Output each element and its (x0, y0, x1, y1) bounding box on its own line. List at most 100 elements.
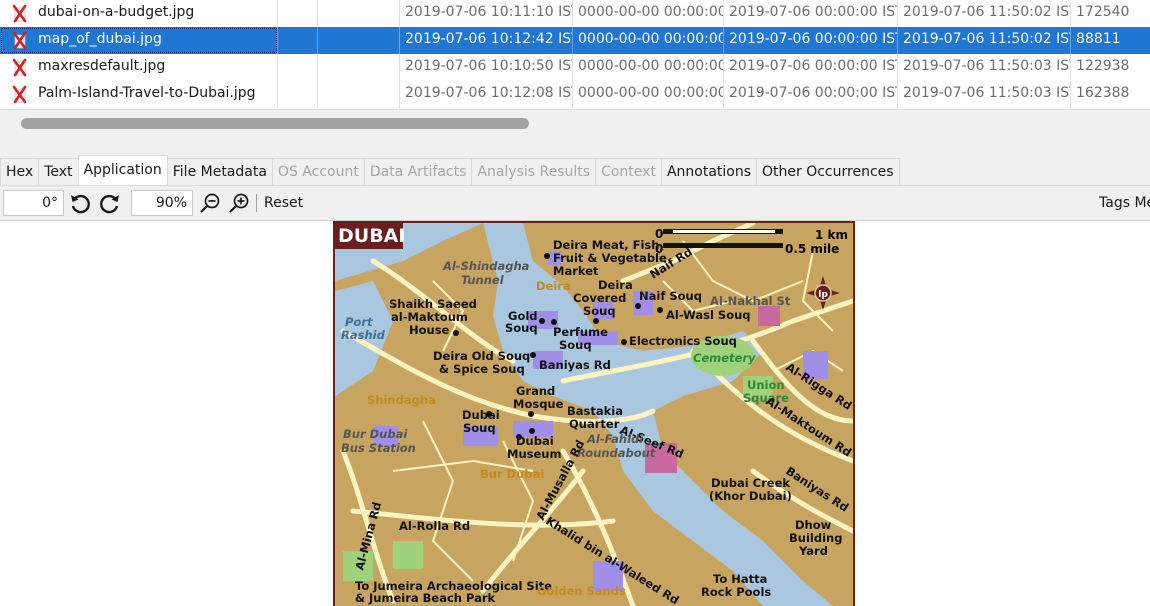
file-name-cell[interactable]: Palm-Island-Travel-to-Dubai.jpg (0, 81, 278, 108)
deleted-file-icon (12, 3, 34, 23)
deleted-file-icon (12, 84, 34, 104)
map-label: Roundabout (577, 446, 656, 460)
zoom-field[interactable]: 90% (131, 190, 193, 216)
table-row[interactable]: Palm-Island-Travel-to-Dubai.jpg 2019-07-0… (0, 81, 1150, 108)
tab-text[interactable]: Text (38, 158, 79, 185)
deleted-file-icon (12, 57, 34, 77)
file-table: dubai-on-a-budget.jpg 2019-07-06 10:11:10… (0, 0, 1150, 108)
scrollbar-thumb[interactable] (21, 118, 529, 129)
map-label: Souq (559, 338, 592, 352)
map-label: Grand (516, 384, 555, 398)
rotate-right-icon[interactable] (98, 191, 122, 215)
scale-km: 1 km (815, 228, 848, 242)
cell-created: 2019-07-06 11:50:02 IST (898, 0, 1071, 27)
table-row[interactable]: dubai-on-a-budget.jpg 2019-07-06 10:11:10… (0, 0, 1150, 27)
cell-changed: 0000-00-00 00:00:00 (573, 54, 724, 81)
reset-button[interactable]: Reset (264, 186, 303, 220)
cell-empty (278, 81, 318, 108)
cell-empty (318, 54, 400, 81)
toolbar-separator (256, 194, 257, 212)
cell-size: 122938 (1076, 58, 1130, 74)
tab-analysis-results: Analysis Results (471, 158, 597, 185)
map-label: House (409, 323, 450, 337)
file-name: map_of_dubai.jpg (38, 31, 162, 47)
file-name-cell[interactable]: map_of_dubai.jpg (0, 27, 278, 54)
map-label: Market (553, 264, 599, 278)
cell-created: 2019-07-06 11:50:03 IST (898, 54, 1071, 81)
cell-size: 172540 (1076, 4, 1130, 20)
map-label: Quarter (569, 417, 620, 431)
map-label: To Hatta (713, 572, 767, 586)
map-label: Naif Souq (639, 289, 702, 303)
cell-accessed: 2019-07-06 00:00:00 IST (724, 54, 898, 81)
file-name-cell[interactable]: dubai-on-a-budget.jpg (0, 0, 278, 27)
tab-other-occurrences[interactable]: Other Occurrences (756, 158, 900, 185)
map-label: Tunnel (461, 273, 505, 287)
tab-os-account: OS Account (271, 158, 365, 185)
zoom-out-icon[interactable] (198, 191, 222, 215)
rotate-left-icon[interactable] (68, 191, 92, 215)
cell-empty (278, 0, 318, 27)
map-label: Shaikh Saeed (389, 297, 477, 311)
cell-size: 88811 (1076, 31, 1121, 47)
map-label: Mosque (513, 397, 564, 411)
map-label: Electronics Souq (629, 334, 737, 348)
cell-accessed: 2019-07-06 00:00:00 IST (724, 81, 898, 108)
map-label: Bastakia (567, 404, 623, 418)
cell-accessed: 2019-07-06 00:00:00 IST (724, 27, 898, 54)
cell-changed: 0000-00-00 00:00:00 (573, 81, 724, 108)
tags-menu[interactable]: Tags Me (1099, 186, 1150, 220)
table-row[interactable]: map_of_dubai.jpg 2019-07-06 10:12:42 IST 0… (0, 27, 1150, 54)
cell-created: 2019-07-06 11:50:02 IST (898, 27, 1071, 54)
map-title: DUBAI (338, 225, 405, 247)
cell-empty (278, 54, 318, 81)
map-label: Covered (573, 291, 626, 305)
map-label: Bur Dubai (343, 427, 408, 441)
map-label: Port (345, 315, 373, 329)
map-label: Cemetery (693, 351, 756, 365)
map-label: Baniyas Rd (539, 358, 611, 372)
cell-size: 162388 (1076, 85, 1130, 101)
cell-empty (278, 27, 318, 54)
map-label: Fruit & Vegetable (553, 251, 667, 265)
zoom-in-icon[interactable] (227, 191, 251, 215)
cell-empty (318, 0, 400, 27)
map-label: Building (789, 531, 842, 545)
cell-accessed: 2019-07-06 00:00:00 IST (724, 0, 898, 27)
map-label: Deira Meat, Fish, (553, 238, 664, 252)
tab-data-artifacts: Data Artifacts (363, 158, 473, 185)
deleted-file-icon (12, 30, 34, 50)
map-label: Dubai (462, 408, 500, 422)
cell-modified: 2019-07-06 10:12:42 IST (400, 27, 573, 54)
tab-annotations[interactable]: Annotations (660, 158, 758, 185)
table-row[interactable]: maxresdefault.jpg 2019-07-06 10:10:50 IST… (0, 54, 1150, 81)
tab-bar: Hex Text Application File Metadata OS Accoun… (0, 155, 900, 186)
file-name: Palm-Island-Travel-to-Dubai.jpg (38, 85, 256, 101)
map-label: Al-Shindagha (442, 259, 530, 273)
map-label: Shindagha (367, 393, 436, 407)
tab-hex[interactable]: Hex (0, 158, 40, 185)
map-label: Museum (507, 447, 561, 461)
map-label: & Spice Souq (439, 362, 525, 376)
file-name-cell[interactable]: maxresdefault.jpg (0, 54, 278, 81)
map-label: Souq (583, 304, 616, 318)
cell-modified: 2019-07-06 10:10:50 IST (400, 54, 573, 81)
map-label: Perfume (553, 325, 608, 339)
map-label: Souq (505, 321, 538, 335)
map-label: Rock Pools (701, 585, 771, 599)
horizontal-scrollbar[interactable] (0, 109, 1150, 139)
cell-changed: 0000-00-00 00:00:00 (573, 0, 724, 27)
map-label: Al-Rolla Rd (399, 519, 470, 533)
cell-empty (318, 27, 400, 54)
map-label: Dhow (795, 518, 832, 532)
map-label: al-Maktoum (391, 310, 468, 324)
cell-modified: 2019-07-06 10:11:10 IST (400, 0, 573, 27)
map-label: Al-Fahidi (586, 432, 644, 446)
rotation-field[interactable]: 0° (3, 190, 64, 216)
cell-created: 2019-07-06 11:50:03 IST (898, 81, 1071, 108)
cell-changed: 0000-00-00 00:00:00 (573, 27, 724, 54)
scale-mile: 0.5 mile (785, 242, 839, 256)
tab-application[interactable]: Application (77, 155, 168, 186)
map-label: Al-Nakhal St (710, 294, 791, 308)
tab-file-metadata[interactable]: File Metadata (166, 158, 273, 185)
